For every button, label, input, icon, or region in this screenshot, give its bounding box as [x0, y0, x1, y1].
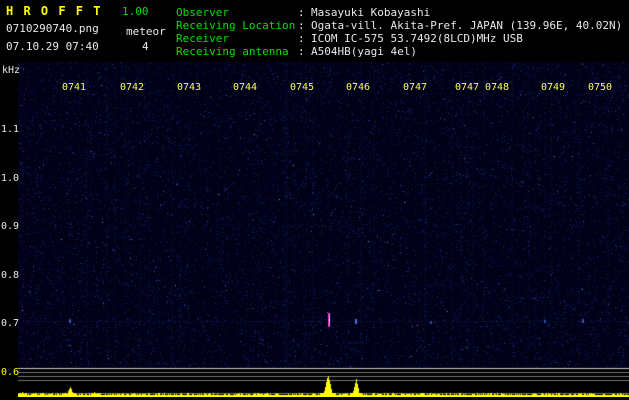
info-label: Receiving antenna: [176, 45, 298, 58]
info-label: Receiver: [176, 32, 298, 45]
info-colon: :: [298, 32, 311, 45]
info-value: Masayuki Kobayashi: [311, 6, 430, 19]
info-label: Observer: [176, 6, 298, 19]
info-value: Ogata-vill. Akita-Pref. JAPAN (139.96E, …: [311, 19, 622, 32]
info-row-antenna: Receiving antenna:A504HB(yagi 4el): [176, 45, 622, 58]
freq-axis: kHz 1.11.00.90.80.70.6: [0, 0, 18, 400]
freq-tick-label: 0.7: [1, 318, 19, 329]
plot-area: [18, 62, 629, 397]
info-colon: :: [298, 19, 311, 32]
info-value: A504HB(yagi 4el): [311, 45, 417, 58]
meteor-count: 4: [142, 40, 149, 53]
freq-tick-label: 1.1: [1, 124, 19, 135]
version-label: 1.00: [122, 5, 149, 18]
info-label: Receiving Location: [176, 19, 298, 32]
freq-tick-label: 0.8: [1, 270, 19, 281]
station-info: Observer:Masayuki Kobayashi Receiving Lo…: [176, 6, 622, 58]
spectrogram-canvas: [18, 62, 629, 397]
mode-label: meteor: [126, 25, 166, 38]
info-value: ICOM IC-575 53.7492(8LCD)MHz USB: [311, 32, 523, 45]
datetime-label: 07.10.29 07:40: [6, 40, 99, 53]
freq-tick-label: 0.9: [1, 221, 19, 232]
filename-label: 0710290740.png: [6, 22, 99, 35]
freq-tick-label: 1.0: [1, 173, 19, 184]
info-colon: :: [298, 45, 311, 58]
info-row-location: Receiving Location:Ogata-vill. Akita-Pre…: [176, 19, 622, 32]
info-colon: :: [298, 6, 311, 19]
app-title: H R O F F T: [6, 4, 102, 18]
hrofft-screen: H R O F F T 1.00 0710290740.png meteor 0…: [0, 0, 629, 400]
info-row-observer: Observer:Masayuki Kobayashi: [176, 6, 622, 19]
info-row-receiver: Receiver:ICOM IC-575 53.7492(8LCD)MHz US…: [176, 32, 622, 45]
freq-tick-label: 0.6: [1, 367, 19, 378]
